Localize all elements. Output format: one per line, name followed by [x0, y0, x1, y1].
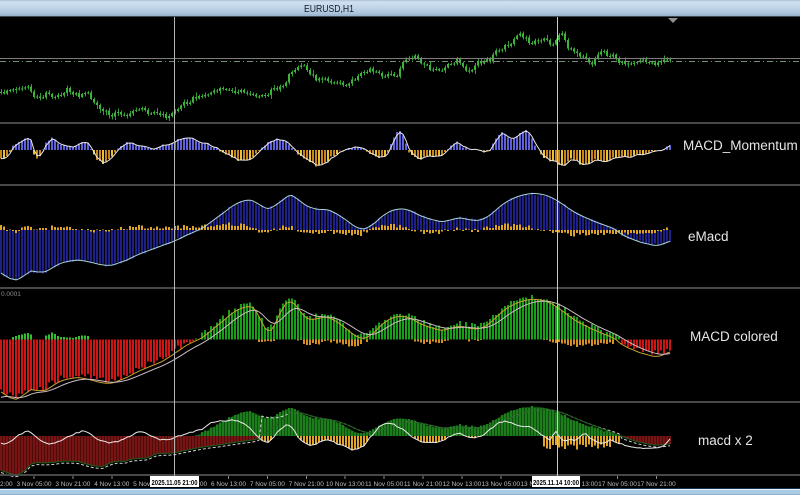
svg-text:13 Nov 05:00: 13 Nov 05:00 [481, 481, 520, 488]
svg-text:2025.11.14 10:00: 2025.11.14 10:00 [533, 478, 579, 487]
svg-text:MACD colored: MACD colored [690, 329, 778, 344]
svg-text:17 Nov 21:00: 17 Nov 21:00 [637, 481, 676, 488]
svg-text:11 Nov 05:00: 11 Nov 05:00 [365, 481, 404, 488]
svg-text:12 Nov 13:00: 12 Nov 13:00 [443, 481, 482, 488]
svg-text:7 Nov 05:00: 7 Nov 05:00 [250, 481, 285, 488]
svg-text:6 Nov 13:00: 6 Nov 13:00 [211, 481, 246, 488]
svg-text:macd x 2: macd x 2 [698, 433, 753, 448]
svg-text:EURUSD,H1: EURUSD,H1 [304, 3, 354, 15]
svg-text:7 Nov 21:00: 7 Nov 21:00 [289, 481, 324, 488]
svg-text:3 Nov 21:00: 3 Nov 21:00 [55, 481, 90, 488]
svg-text:10 Nov 13:00: 10 Nov 13:00 [326, 481, 365, 488]
svg-text:17 Nov 05:00: 17 Nov 05:00 [598, 481, 637, 488]
svg-text:2025.11.05 21:00: 2025.11.05 21:00 [152, 478, 198, 487]
svg-text:3 Nov 05:00: 3 Nov 05:00 [16, 481, 51, 488]
svg-text:2:00: 2:00 [0, 481, 13, 488]
svg-text:MACD_Momentum: MACD_Momentum [683, 138, 798, 153]
svg-text:4 Nov 13:00: 4 Nov 13:00 [94, 481, 129, 488]
svg-text:0.0001: 0.0001 [1, 291, 21, 298]
svg-text:eMacd: eMacd [688, 229, 729, 244]
svg-text:11 Nov 21:00: 11 Nov 21:00 [404, 481, 443, 488]
